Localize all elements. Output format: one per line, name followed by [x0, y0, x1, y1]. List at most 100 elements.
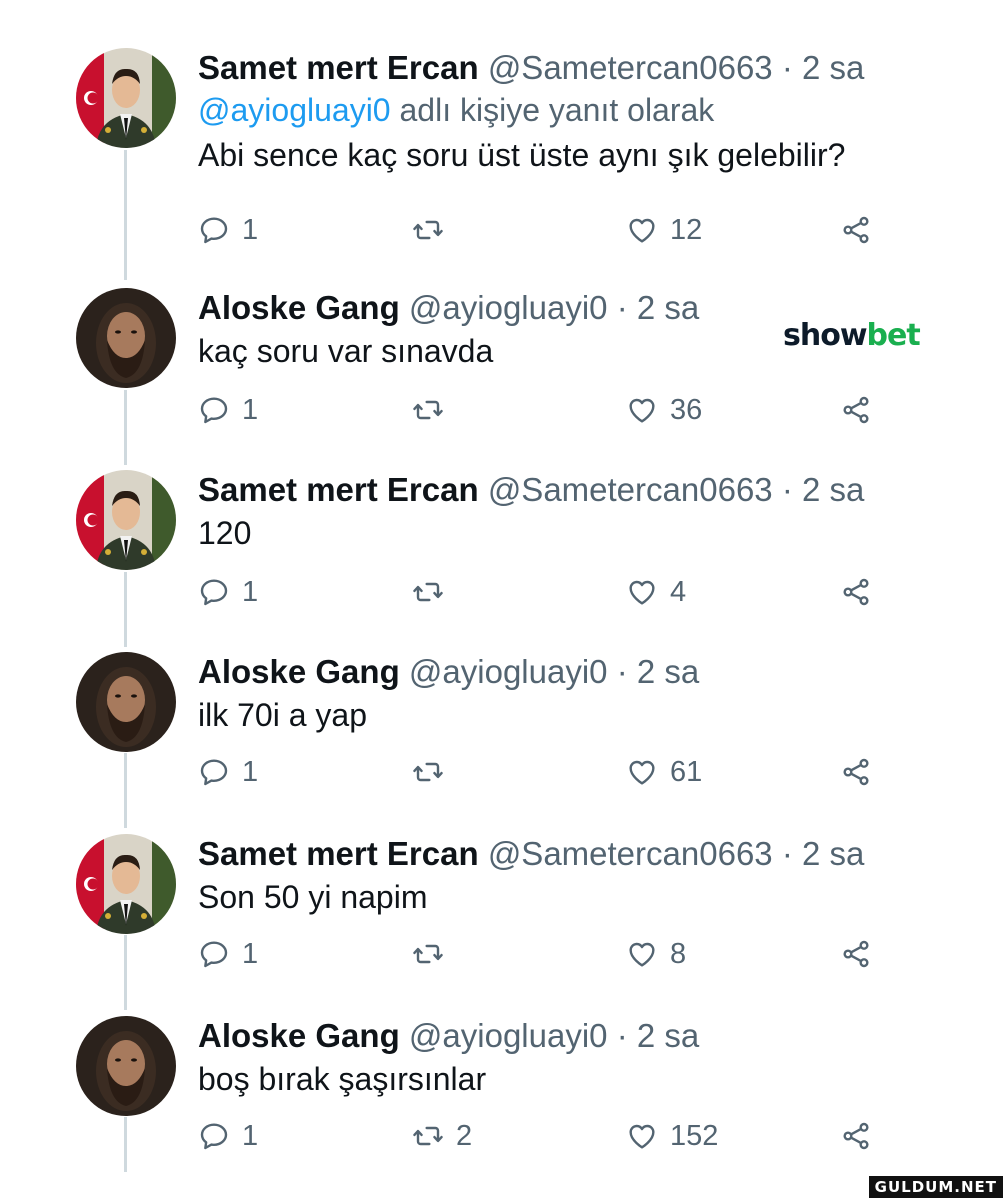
retweet-button[interactable] [412, 752, 456, 792]
share-button[interactable] [840, 210, 872, 250]
retweet-icon [413, 220, 443, 240]
tweet-actions: 1 36 [198, 390, 898, 430]
retweet-button[interactable] [412, 210, 456, 250]
reply-button[interactable]: 1 [198, 934, 258, 974]
tweet-time[interactable]: 2 sa [802, 835, 864, 872]
display-name[interactable]: Aloske Gang [198, 289, 400, 326]
share-button[interactable] [840, 390, 872, 430]
tweet-actions: 18 [198, 934, 898, 974]
retweet-button[interactable] [412, 572, 456, 612]
tweet-text: ilk 70i a yap [198, 697, 367, 733]
separator-dot: · [608, 653, 637, 690]
reply-count: 1 [242, 1119, 259, 1152]
tweet-actions: 14 [198, 572, 898, 612]
tweet-body: Aloske Gang @ayiogluayi0 · 2 sa kaç soru … [198, 288, 978, 374]
tweet-time[interactable]: 2 sa [802, 49, 864, 86]
like-button[interactable]: 61 [626, 752, 702, 792]
tweet-actions: 1 2 152 [198, 1116, 898, 1156]
separator-dot: · [608, 289, 637, 326]
like-count: 61 [670, 755, 703, 788]
separator-dot: · [773, 835, 802, 872]
avatar[interactable] [76, 834, 176, 934]
reply-button[interactable]: 1 [198, 210, 258, 250]
like-count: 4 [670, 575, 687, 608]
heart-icon [629, 760, 655, 785]
user-handle[interactable]: @ayiogluayi0 [409, 289, 608, 326]
separator-dot-text: · [616, 653, 628, 690]
like-count: 8 [670, 937, 687, 970]
display-name[interactable]: Aloske Gang [198, 653, 400, 690]
display-name[interactable]: Samet mert Ercan [198, 471, 479, 508]
tweet-time[interactable]: 2 sa [637, 653, 699, 690]
retweet-button[interactable] [412, 390, 456, 430]
share-icon [843, 1122, 869, 1150]
like-button[interactable]: 8 [626, 934, 686, 974]
share-button[interactable] [840, 572, 872, 612]
display-name[interactable]: Samet mert Ercan [198, 49, 479, 86]
retweet-count: 2 [456, 1119, 473, 1152]
heart-icon [629, 1124, 655, 1149]
share-button[interactable] [840, 934, 872, 974]
reply-bubble-icon [200, 941, 228, 968]
tweet-body: Samet mert Ercan @Sametercan0663 · 2 sa 1… [198, 470, 978, 556]
separator-dot-text: · [781, 471, 793, 508]
reply-count: 1 [242, 393, 259, 426]
user-handle[interactable]: @ayiogluayi0 [409, 653, 608, 690]
soldier-avatar-image [76, 470, 176, 570]
tweet-actions: 1 61 [198, 752, 898, 792]
user-handle[interactable]: @Sametercan0663 [488, 471, 773, 508]
like-button[interactable]: 12 [626, 210, 702, 250]
retweet-icon [413, 1126, 443, 1146]
tweet-text: kaç soru var sınavda [198, 333, 494, 369]
avatar[interactable] [76, 288, 176, 388]
reply-button[interactable]: 1 [198, 572, 258, 612]
like-button[interactable]: 36 [626, 390, 702, 430]
tweet-header: Samet mert Ercan @Sametercan0663 · 2 sa [198, 48, 978, 88]
share-icon [843, 396, 869, 424]
avatar[interactable] [76, 1016, 176, 1116]
tweet-time[interactable]: 2 sa [802, 471, 864, 508]
reply-button[interactable]: 1 [198, 1116, 258, 1156]
user-handle[interactable]: @Sametercan0663 [488, 49, 773, 86]
like-button[interactable]: 4 [626, 572, 686, 612]
tweet-time[interactable]: 2 sa [637, 289, 699, 326]
like-count: 36 [670, 393, 703, 426]
bearded-man-avatar-image [76, 652, 176, 752]
separator-dot: · [773, 471, 802, 508]
tweet-text: 120 [198, 515, 252, 551]
tweet-header: Samet mert Ercan @Sametercan0663 · 2 sa [198, 470, 978, 510]
reply-button[interactable]: 1 [198, 390, 258, 430]
share-button[interactable] [840, 752, 872, 792]
avatar[interactable] [76, 470, 176, 570]
tweet-body: Aloske Gang @ayiogluayi0 · 2 sa boş bırak… [198, 1016, 978, 1102]
display-name[interactable]: Samet mert Ercan [198, 835, 479, 872]
display-name[interactable]: Aloske Gang [198, 1017, 400, 1054]
reply-mention-link[interactable]: @ayiogluayi0 [198, 92, 391, 128]
avatar[interactable] [76, 48, 176, 148]
tweet-body: Aloske Gang @ayiogluayi0 · 2 sa ilk 70i a… [198, 652, 978, 738]
reply-count: 1 [242, 755, 259, 788]
reply-button[interactable]: 1 [198, 752, 258, 792]
tweet-time[interactable]: 2 sa [637, 1017, 699, 1054]
bearded-man-avatar-image [76, 1016, 176, 1116]
site-watermark: GULDUM.NET [868, 1176, 1003, 1198]
retweet-icon [413, 944, 443, 964]
separator-dot: · [608, 1017, 637, 1054]
reply-bubble-icon [200, 397, 228, 424]
separator-dot-text: · [781, 49, 793, 86]
reply-count: 1 [242, 937, 259, 970]
reply-count: 1 [242, 575, 259, 608]
avatar[interactable] [76, 652, 176, 752]
user-handle[interactable]: @ayiogluayi0 [409, 1017, 608, 1054]
retweet-icon [413, 762, 443, 782]
reply-bubble-icon [200, 579, 228, 606]
like-button[interactable]: 152 [626, 1116, 718, 1156]
user-handle[interactable]: @Sametercan0663 [488, 835, 773, 872]
heart-icon [629, 942, 655, 967]
share-button[interactable] [840, 1116, 872, 1156]
retweet-button[interactable] [412, 934, 456, 974]
retweet-icon [413, 582, 443, 602]
share-icon [843, 578, 869, 606]
share-icon [843, 216, 869, 244]
retweet-button[interactable]: 2 [412, 1116, 472, 1156]
